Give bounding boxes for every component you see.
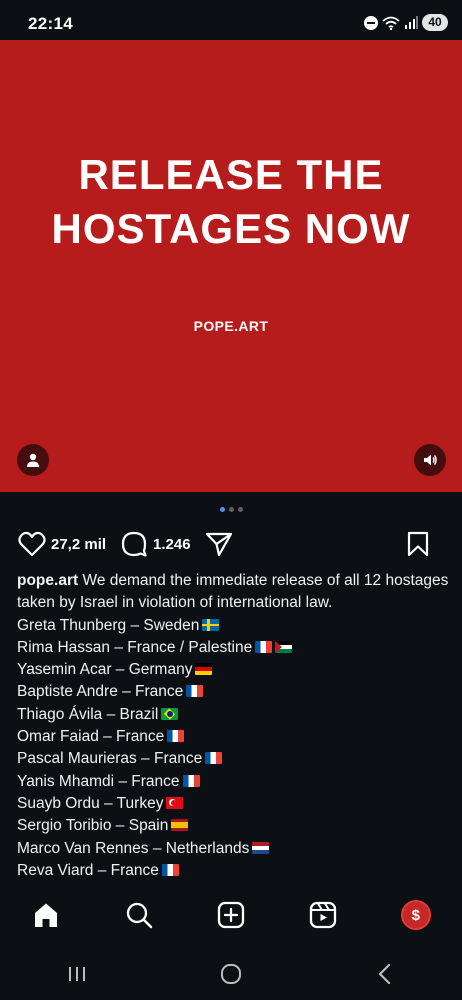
wifi-icon bbox=[382, 16, 400, 30]
carousel-dot-active bbox=[219, 507, 225, 512]
nav-search[interactable] bbox=[119, 895, 159, 935]
back-button[interactable] bbox=[365, 954, 405, 994]
caption-line-text: Greta Thunberg – Sweden bbox=[17, 616, 200, 634]
tagged-people-button[interactable] bbox=[17, 444, 49, 476]
post-caption: pope.art We demand the immediate release… bbox=[17, 570, 449, 882]
flag-nl-icon bbox=[252, 841, 270, 854]
caption-line: Yanis Mhamdi – France bbox=[17, 771, 449, 793]
caption-line: Reva Viard – France bbox=[17, 860, 449, 882]
caption-line-text: Thiago Ávila – Brazil bbox=[17, 705, 159, 723]
nav-create[interactable] bbox=[211, 895, 251, 935]
caption-line-text: Suayb Ordu – Turkey bbox=[17, 794, 164, 812]
back-icon bbox=[378, 963, 391, 985]
bookmark-icon bbox=[407, 531, 429, 557]
person-icon bbox=[27, 453, 39, 467]
caption-line-text: Sergio Toribio – Spain bbox=[17, 817, 169, 835]
signal-icon bbox=[405, 15, 418, 29]
create-icon bbox=[217, 901, 245, 929]
caption-line-text: Baptiste Andre – France bbox=[17, 683, 184, 701]
flag-tr-icon bbox=[166, 796, 184, 809]
recents-button[interactable] bbox=[57, 954, 97, 994]
reels-icon bbox=[310, 901, 337, 929]
caption-line-text: Omar Faiad – France bbox=[17, 728, 165, 746]
caption-line: Baptiste Andre – France bbox=[17, 681, 449, 703]
comment-icon bbox=[121, 531, 147, 557]
caption-line: Greta Thunberg – Sweden bbox=[17, 615, 449, 637]
headline-line-2: HOSTAGES NOW bbox=[51, 205, 411, 252]
nav-profile[interactable]: $ bbox=[396, 895, 436, 935]
caption-line-text: Yasemin Acar – Germany bbox=[17, 661, 193, 679]
caption-line-text: Reva Viard – France bbox=[17, 861, 159, 879]
post-image[interactable]: RELEASE THE HOSTAGES NOW POPE.ART bbox=[0, 40, 462, 492]
share-button[interactable] bbox=[205, 531, 233, 557]
caption-line: Yasemin Acar – Germany bbox=[17, 659, 449, 681]
caption-line: Rima Hassan – France / Palestine bbox=[17, 637, 449, 659]
caption-line: Thiago Ávila – Brazil bbox=[17, 704, 449, 726]
flag-fr-icon bbox=[255, 640, 273, 653]
status-icons: 40 bbox=[364, 14, 448, 31]
status-bar: 22:14 40 bbox=[0, 0, 462, 40]
flag-es-icon bbox=[171, 819, 189, 832]
flag-fr-icon bbox=[161, 863, 179, 876]
caption-text: We demand the immediate release of all 1… bbox=[17, 572, 449, 612]
volume-icon bbox=[424, 454, 437, 466]
flag-de-icon bbox=[195, 663, 213, 676]
flag-se-icon bbox=[202, 618, 220, 631]
home-system-button[interactable] bbox=[211, 954, 251, 994]
caption-line: Marco Van Rennes – Netherlands bbox=[17, 838, 449, 860]
save-button[interactable] bbox=[406, 531, 430, 557]
caption-line-text: Pascal Maurieras – France bbox=[17, 750, 203, 768]
sound-toggle-button[interactable] bbox=[414, 444, 446, 476]
like-count: 27,2 mil bbox=[51, 535, 107, 553]
flag-fr-icon bbox=[182, 774, 200, 787]
bottom-nav: $ bbox=[0, 892, 462, 938]
home-circle-icon bbox=[221, 964, 241, 984]
carousel-dot bbox=[237, 507, 243, 512]
caption-line-text: Rima Hassan – France / Palestine bbox=[17, 638, 253, 656]
carousel-indicator bbox=[0, 507, 462, 512]
comment-count: 1.246 bbox=[153, 535, 191, 553]
caption-line-text: Marco Van Rennes – Netherlands bbox=[17, 839, 250, 857]
do-not-disturb-icon bbox=[364, 15, 378, 30]
post-action-row: 27,2 mil 1.246 bbox=[18, 530, 444, 558]
caption-intro: pope.art We demand the immediate release… bbox=[17, 570, 449, 615]
heart-icon bbox=[18, 531, 46, 557]
caption-list: Greta Thunberg – Sweden Rima Hassan – Fra… bbox=[17, 615, 449, 883]
caption-line-text: Yanis Mhamdi – France bbox=[17, 772, 180, 790]
caption-line: Sergio Toribio – Spain bbox=[17, 815, 449, 837]
caption-line: Pascal Maurieras – France bbox=[17, 748, 449, 770]
flag-fr-icon bbox=[205, 752, 223, 765]
system-navigation-bar bbox=[0, 948, 462, 1000]
flag-br-icon bbox=[161, 707, 179, 720]
caption-line: Omar Faiad – France bbox=[17, 726, 449, 748]
carousel-dot bbox=[228, 507, 234, 512]
status-time: 22:14 bbox=[28, 14, 73, 33]
flag-ps-icon bbox=[275, 640, 293, 653]
profile-avatar: $ bbox=[400, 900, 431, 930]
nav-reels[interactable] bbox=[303, 895, 343, 935]
nav-home[interactable] bbox=[26, 895, 66, 935]
headline-line-1: RELEASE THE bbox=[78, 151, 384, 198]
search-icon bbox=[126, 902, 152, 929]
flag-fr-icon bbox=[167, 730, 185, 743]
image-handle: POPE.ART bbox=[193, 318, 269, 334]
recents-icon bbox=[69, 967, 85, 981]
send-icon bbox=[205, 532, 232, 557]
caption-line: Suayb Ordu – Turkey bbox=[17, 793, 449, 815]
post-headline: RELEASE THE HOSTAGES NOW bbox=[0, 148, 462, 256]
battery-icon: 40 bbox=[422, 14, 448, 31]
like-button[interactable]: 27,2 mil bbox=[18, 531, 106, 557]
caption-username[interactable]: pope.art bbox=[17, 572, 78, 589]
comment-button[interactable]: 1.246 bbox=[120, 531, 191, 557]
flag-fr-icon bbox=[186, 685, 204, 698]
home-icon bbox=[35, 903, 58, 927]
